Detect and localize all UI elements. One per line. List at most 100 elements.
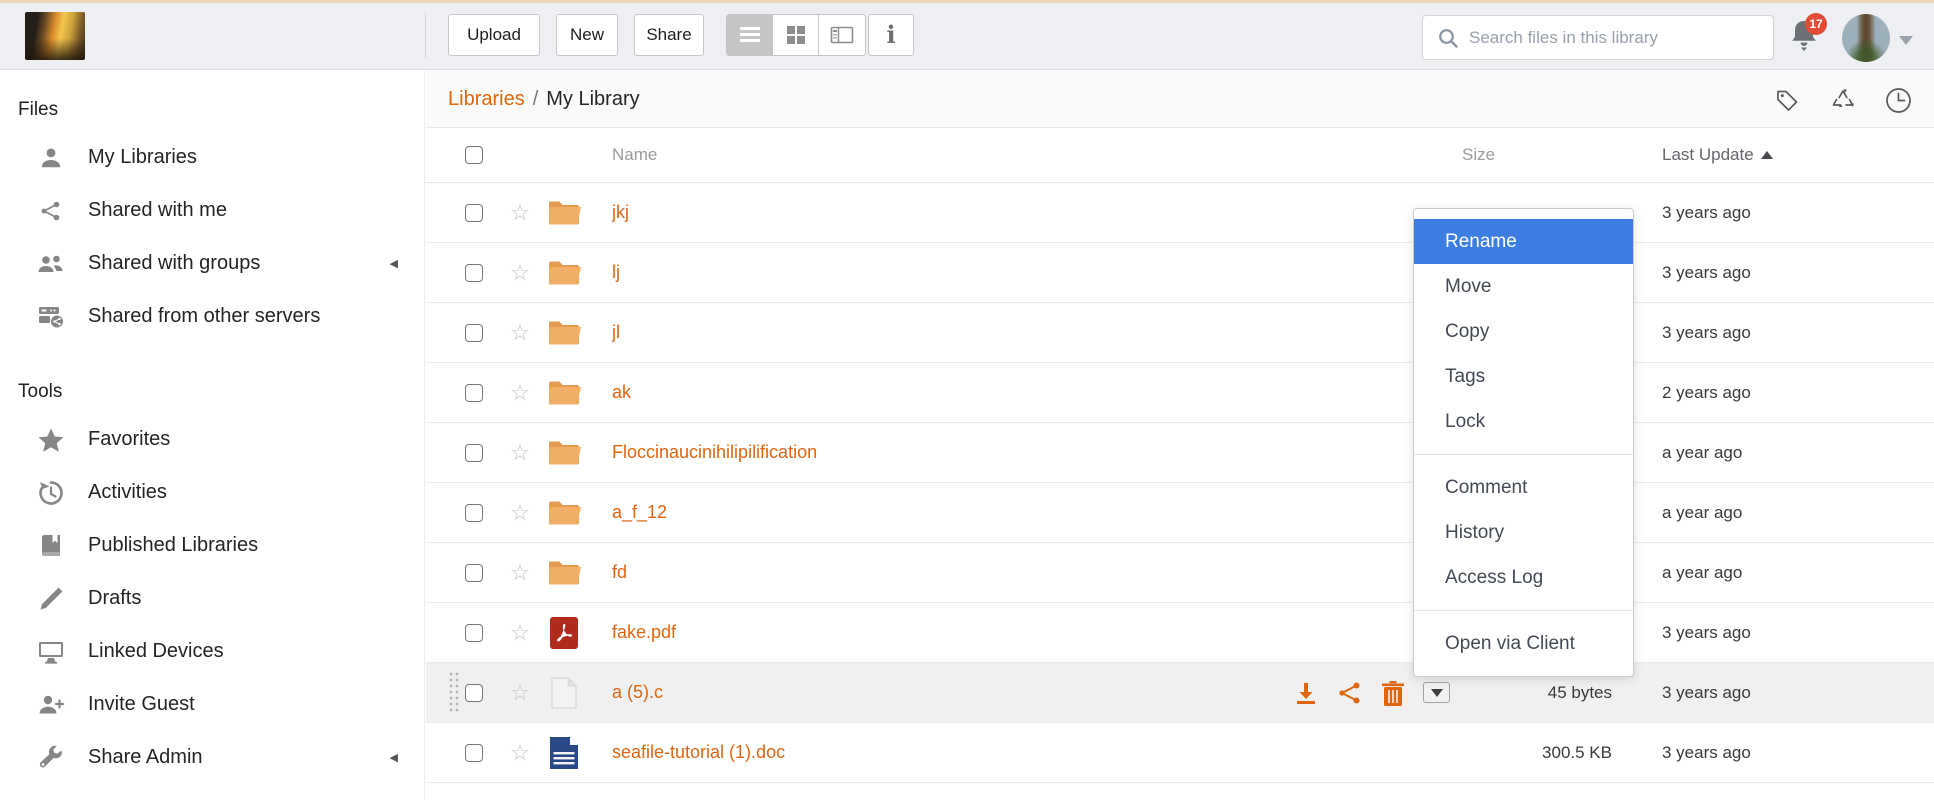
sidebar-item-label: Linked Devices: [88, 640, 224, 663]
sidebar-item-drafts[interactable]: Drafts: [0, 572, 424, 625]
favorite-star-icon[interactable]: ☆: [509, 382, 531, 404]
menu-item-open-via-client[interactable]: Open via Client: [1414, 621, 1633, 666]
table-row[interactable]: ☆fake.pdf3 years ago: [426, 603, 1934, 663]
sidebar-item-linked-devices[interactable]: Linked Devices: [0, 625, 424, 678]
favorite-star-icon[interactable]: ☆: [509, 682, 531, 704]
search-input[interactable]: [1469, 28, 1773, 48]
drag-handle[interactable]: [446, 663, 465, 722]
row-checkbox[interactable]: [465, 444, 483, 462]
grid-view-button[interactable]: [773, 15, 819, 55]
account-caret-icon[interactable]: [1899, 36, 1913, 45]
download-icon[interactable]: [1293, 680, 1319, 706]
menu-item-move[interactable]: Move: [1414, 264, 1633, 309]
sidebar-item-activities[interactable]: Activities: [0, 466, 424, 519]
breadcrumb-current: My Library: [546, 88, 639, 111]
collapse-icon[interactable]: ◀: [390, 257, 398, 270]
table-row[interactable]: ☆jkj3 years ago: [426, 183, 1934, 243]
avatar[interactable]: [1842, 14, 1890, 62]
list-view-button[interactable]: [727, 15, 773, 55]
row-checkbox[interactable]: [465, 564, 483, 582]
breadcrumb-libraries-link[interactable]: Libraries: [448, 88, 525, 111]
sidebar-item-label: Favorites: [88, 428, 170, 451]
notifications-button[interactable]: 17: [1787, 17, 1831, 61]
more-actions-toggle[interactable]: [1423, 682, 1450, 703]
file-name-link[interactable]: lj: [612, 262, 1462, 283]
sidebar-item-label: Invite Guest: [88, 693, 195, 716]
favorite-star-icon[interactable]: ☆: [509, 442, 531, 464]
menu-item-tags[interactable]: Tags: [1414, 354, 1633, 399]
share-button[interactable]: Share: [634, 14, 704, 56]
sidebar-item-shared-with-groups[interactable]: Shared with groups◀: [0, 237, 424, 290]
favorite-star-icon[interactable]: ☆: [509, 562, 531, 584]
sidebar-item-favorites[interactable]: Favorites: [0, 413, 424, 466]
file-name-link[interactable]: a_f_12: [612, 502, 1462, 523]
file-name-link[interactable]: jl: [612, 322, 1462, 343]
table-row[interactable]: ☆a (5).c45 bytes3 years ago: [426, 663, 1934, 723]
row-checkbox[interactable]: [465, 624, 483, 642]
sidebar-item-my-libraries[interactable]: My Libraries: [0, 131, 424, 184]
file-name-link[interactable]: ak: [612, 382, 1462, 403]
favorite-star-icon[interactable]: ☆: [509, 502, 531, 524]
sidebar-item-label: My Libraries: [88, 146, 197, 169]
row-checkbox[interactable]: [465, 384, 483, 402]
file-name-link[interactable]: a (5).c: [612, 682, 1293, 703]
trash-recycle-icon[interactable]: [1829, 87, 1857, 114]
sidebar-item-invite-guest[interactable]: Invite Guest: [0, 678, 424, 731]
file-name-link[interactable]: fd: [612, 562, 1462, 583]
table-row[interactable]: ☆ a_f_12 a year ago: [426, 483, 1934, 543]
favorite-star-icon[interactable]: ☆: [509, 202, 531, 224]
table-row[interactable]: ☆jl3 years ago: [426, 303, 1934, 363]
file-name-link[interactable]: seafile-tutorial (1).doc: [612, 742, 1462, 763]
history-clock-icon[interactable]: [1885, 87, 1912, 114]
select-all-checkbox[interactable]: [465, 146, 483, 164]
row-checkbox[interactable]: [465, 204, 483, 222]
book-icon: [36, 533, 66, 559]
tags-icon[interactable]: [1774, 87, 1801, 114]
column-header-name[interactable]: Name: [612, 145, 1462, 165]
sidebar-item-shared-from-other-servers[interactable]: Shared from other servers: [0, 290, 424, 343]
detail-view-button[interactable]: [819, 15, 865, 55]
favorite-star-icon[interactable]: ☆: [509, 622, 531, 644]
menu-item-lock[interactable]: Lock: [1414, 399, 1633, 444]
sidebar-item-share-admin[interactable]: Share Admin◀: [0, 731, 424, 784]
menu-item-access-log[interactable]: Access Log: [1414, 555, 1633, 600]
row-checkbox[interactable]: [465, 264, 483, 282]
table-row[interactable]: ☆fda year ago: [426, 543, 1934, 603]
menu-item-copy[interactable]: Copy: [1414, 309, 1633, 354]
row-checkbox[interactable]: [465, 684, 483, 702]
sidebar-heading-tools: Tools: [18, 381, 424, 403]
sidebar-item-shared-with-me[interactable]: Shared with me: [0, 184, 424, 237]
column-header-last-update[interactable]: Last Update: [1662, 145, 1914, 165]
last-update: a year ago: [1662, 503, 1914, 523]
file-name-link[interactable]: fake.pdf: [612, 622, 1462, 643]
row-checkbox[interactable]: [465, 744, 483, 762]
info-button[interactable]: i: [868, 14, 914, 56]
folder-icon: [547, 379, 581, 407]
table-row[interactable]: ☆ak2 years ago: [426, 363, 1934, 423]
file-name-link[interactable]: jkj: [612, 202, 1462, 223]
row-checkbox[interactable]: [465, 504, 483, 522]
row-checkbox[interactable]: [465, 324, 483, 342]
share-icon[interactable]: [1337, 680, 1363, 706]
app-logo[interactable]: [25, 12, 85, 60]
favorite-star-icon[interactable]: ☆: [509, 322, 531, 344]
table-row[interactable]: ☆lj3 years ago: [426, 243, 1934, 303]
row-handle-spacer: [446, 363, 465, 422]
favorite-star-icon[interactable]: ☆: [509, 262, 531, 284]
menu-item-history[interactable]: History: [1414, 510, 1633, 555]
sidebar-item-published-libraries[interactable]: Published Libraries: [0, 519, 424, 572]
favorite-star-icon[interactable]: ☆: [509, 742, 531, 764]
collapse-icon[interactable]: ◀: [390, 751, 398, 764]
view-mode-group: [726, 14, 866, 56]
sidebar-heading-files: Files: [18, 99, 424, 121]
column-header-size[interactable]: Size: [1462, 145, 1612, 165]
row-handle-spacer: [446, 243, 465, 302]
table-row[interactable]: ☆Floccinaucinihilipilificationa year ago: [426, 423, 1934, 483]
menu-item-comment[interactable]: Comment: [1414, 465, 1633, 510]
table-row[interactable]: ☆seafile-tutorial (1).doc300.5 KB3 years…: [426, 723, 1934, 783]
file-name-link[interactable]: Floccinaucinihilipilification: [612, 442, 1462, 463]
menu-item-rename[interactable]: Rename: [1414, 219, 1633, 264]
upload-button[interactable]: Upload: [448, 14, 540, 56]
new-button[interactable]: New: [556, 14, 618, 56]
delete-icon[interactable]: [1381, 680, 1405, 706]
